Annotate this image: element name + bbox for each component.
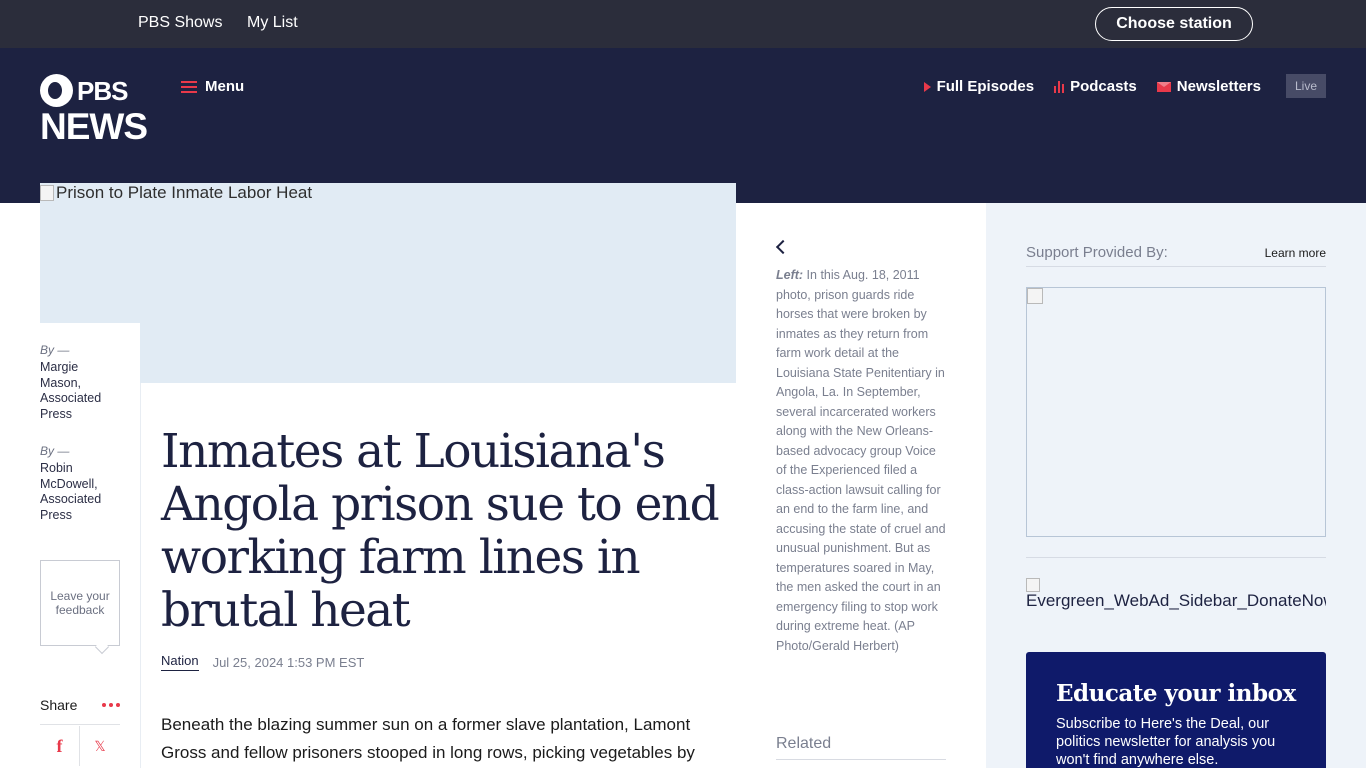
- full-episodes-label: Full Episodes: [936, 78, 1035, 95]
- photo-caption: Left: In this Aug. 18, 2011 photo, priso…: [776, 266, 948, 656]
- author-block-2: By — Robin McDowell, Associated Press: [40, 444, 120, 523]
- by-label: By —: [40, 343, 70, 357]
- social-share-row: f 𝕏: [40, 726, 120, 766]
- divider: [1026, 557, 1326, 558]
- full-episodes-link[interactable]: Full Episodes: [923, 78, 1035, 95]
- hero-image-alt: Prison to Plate Inmate Labor Heat: [40, 183, 312, 203]
- top-utility-bar: PBS Shows My List Choose station: [0, 0, 1366, 48]
- hero-image: Prison to Plate Inmate Labor Heat: [40, 183, 736, 383]
- x-share-button[interactable]: 𝕏: [80, 726, 120, 766]
- byline-column: By — Margie Mason, Associated Press By —…: [40, 323, 140, 768]
- section-tag-link[interactable]: Nation: [161, 653, 199, 671]
- broken-image-icon: [40, 185, 54, 201]
- facebook-share-button[interactable]: f: [40, 726, 80, 766]
- author-block-1: By — Margie Mason, Associated Press: [40, 343, 120, 422]
- newsletter-promo-text: Subscribe to Here's the Deal, our politi…: [1056, 716, 1276, 768]
- site-header: PBS NEWS Menu Full Episodes Podcasts New…: [0, 48, 1366, 203]
- publish-date: Jul 25, 2024 1:53 PM EST: [212, 654, 365, 670]
- donate-ad[interactable]: Evergreen_WebAd_Sidebar_DonateNow: [1026, 578, 1326, 614]
- mail-icon: [1156, 81, 1171, 92]
- right-sidebar: Support Provided By: Learn more Evergree…: [986, 203, 1366, 768]
- learn-more-link[interactable]: Learn more: [1265, 246, 1326, 260]
- sponsor-ad[interactable]: [1026, 287, 1326, 537]
- choose-station-button[interactable]: Choose station: [1095, 7, 1253, 41]
- newsletters-link[interactable]: Newsletters: [1156, 78, 1261, 95]
- hero-alt-text: Prison to Plate Inmate Labor Heat: [56, 183, 313, 202]
- related-heading: Related: [776, 735, 946, 760]
- article-meta: Nation Jul 25, 2024 1:53 PM EST: [161, 653, 364, 671]
- newsletter-promo-title: Educate your inbox: [1056, 680, 1296, 707]
- podcast-icon: [1054, 80, 1065, 93]
- share-row: Share: [40, 685, 120, 725]
- caption-text: In this Aug. 18, 2011 photo, prison guar…: [776, 268, 946, 653]
- my-list-link[interactable]: My List: [247, 14, 298, 32]
- more-share-icon[interactable]: [102, 702, 120, 707]
- support-header: Support Provided By: Learn more: [1026, 244, 1326, 267]
- author-link[interactable]: Margie Mason, Associated Press: [40, 360, 120, 422]
- column-divider: [140, 383, 141, 768]
- donate-ad-alt: Evergreen_WebAd_Sidebar_DonateNow: [1026, 591, 1326, 610]
- support-label: Support Provided By:: [1026, 244, 1168, 261]
- newsletters-label: Newsletters: [1176, 78, 1261, 95]
- live-button[interactable]: Live: [1286, 74, 1326, 98]
- broken-image-icon: [1027, 288, 1043, 304]
- hamburger-icon: [181, 80, 197, 93]
- menu-button[interactable]: Menu: [181, 78, 244, 95]
- newsletter-promo[interactable]: Educate your inbox Subscribe to Here's t…: [1026, 652, 1326, 768]
- x-icon: 𝕏: [94, 737, 106, 754]
- author-link[interactable]: Robin McDowell, Associated Press: [40, 461, 120, 523]
- podcasts-label: Podcasts: [1070, 78, 1137, 95]
- article-body: Beneath the blazing summer sun on a form…: [161, 715, 695, 762]
- podcasts-link[interactable]: Podcasts: [1054, 78, 1137, 95]
- header-nav: Full Episodes Podcasts Newsletters: [923, 78, 1261, 95]
- pbs-shows-link[interactable]: PBS Shows: [138, 14, 222, 32]
- broken-image-icon: [1026, 578, 1040, 592]
- menu-label: Menu: [205, 78, 245, 95]
- caption-label: Left:: [776, 268, 804, 282]
- logo-pbs-text: PBS: [77, 76, 128, 106]
- leave-feedback-button[interactable]: Leave your feedback: [40, 560, 120, 646]
- pbs-head-icon: [40, 74, 73, 107]
- facebook-icon: f: [56, 735, 63, 756]
- by-label: By —: [40, 444, 70, 458]
- logo-news-text: NEWS: [40, 106, 148, 147]
- play-icon: [923, 81, 931, 92]
- share-label: Share: [40, 696, 78, 713]
- chevron-left-icon[interactable]: [775, 239, 791, 255]
- article-headline: Inmates at Louisiana's Angola prison sue…: [161, 424, 720, 638]
